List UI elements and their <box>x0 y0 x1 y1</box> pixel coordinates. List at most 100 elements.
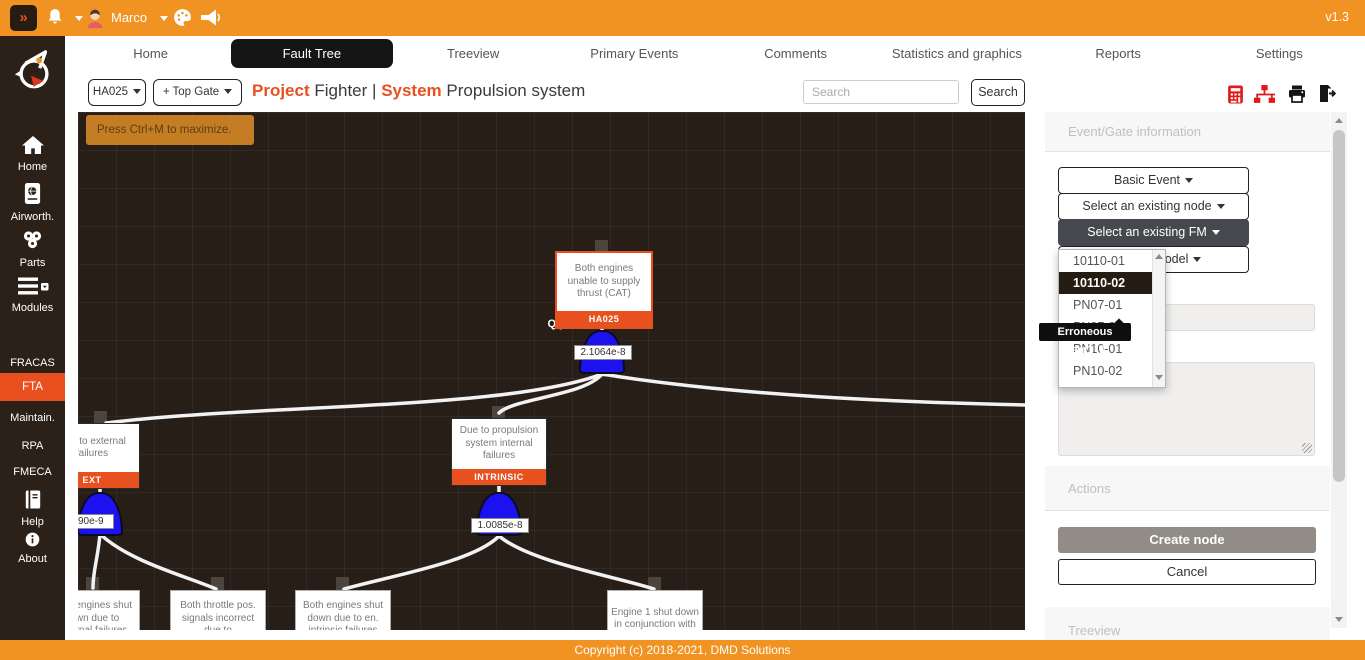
tab-treeview[interactable]: Treeview <box>393 39 554 68</box>
theme-palette-icon[interactable] <box>172 7 193 33</box>
user-avatar[interactable] <box>84 7 106 34</box>
sidebar-item-label: FTA <box>22 381 43 393</box>
search-input[interactable] <box>803 80 959 104</box>
tab-home[interactable]: Home <box>70 39 231 68</box>
cancel-button[interactable]: Cancel <box>1058 559 1316 585</box>
footer-copyright: Copyright (c) 2018-2021, DMD Solutions <box>0 640 1365 660</box>
user-name[interactable]: Marco <box>111 10 147 25</box>
sidebar-item-home[interactable]: Home <box>0 135 65 173</box>
sidebar-toggle-button[interactable]: » <box>10 5 37 31</box>
probability-value: 1.0085e-8 <box>471 518 529 533</box>
maximize-hint-tooltip: Press Ctrl+M to maximize. <box>86 115 254 145</box>
node-title: Engine 1 shut down in conjunction with <box>608 591 702 630</box>
tab-primary-events[interactable]: Primary Events <box>554 39 715 68</box>
bell-dropdown-caret[interactable] <box>75 16 83 21</box>
tree-node-ext[interactable]: Due to external failures EXT <box>78 423 140 489</box>
dropdown-label: Select an existing node <box>1082 199 1211 213</box>
sidebar-item-label: Home <box>0 161 65 173</box>
tree-node-leaf[interactable]: Both throttle pos. signals incorrect due… <box>170 590 266 630</box>
list-scrollbar[interactable] <box>1152 250 1165 387</box>
probability-value: 690e-9 <box>78 514 114 529</box>
node-title: Both engines unable to supply thrust (CA… <box>557 253 651 311</box>
event-type-dropdown[interactable]: Basic Event <box>1058 167 1249 194</box>
existing-node-dropdown[interactable]: Select an existing node <box>1058 193 1249 220</box>
app-version: v1.3 <box>1325 10 1349 24</box>
system-name: Propulsion system <box>446 81 585 100</box>
project-label: Project <box>252 81 310 100</box>
sidebar-item-help[interactable]: Help <box>0 489 65 528</box>
home-icon <box>21 146 45 158</box>
sidebar-item-label: Airworth. <box>0 211 65 223</box>
fm-option[interactable]: PN10-02 <box>1059 360 1154 382</box>
search-button[interactable]: Search <box>971 79 1025 106</box>
scroll-down-icon[interactable] <box>1155 375 1163 380</box>
scroll-down-icon[interactable] <box>1335 617 1343 622</box>
tree-select-dropdown[interactable]: HA025 <box>88 79 146 106</box>
sidebar-item-modules[interactable]: Modules <box>0 276 65 314</box>
node-title: Both throttle pos. signals incorrect due… <box>171 591 265 630</box>
chevron-down-icon <box>133 89 141 94</box>
app-logo-bird[interactable] <box>13 46 55 101</box>
sidebar-item-label: FRACAS <box>0 357 65 369</box>
tree-layout-icon[interactable] <box>1254 85 1275 109</box>
node-tag: HA025 <box>557 311 651 327</box>
fault-tree-canvas[interactable]: Press Ctrl+M to maximize. <box>78 112 1025 630</box>
sidebar-nav: Home Airworth. Parts Modules FRACAS FTA … <box>0 36 65 640</box>
user-dropdown-caret[interactable] <box>160 16 168 21</box>
tree-node-leaf[interactable]: Both engines shut down due to external f… <box>78 590 140 630</box>
chevron-down-icon <box>224 89 232 94</box>
sidebar-item-maintain[interactable]: Maintain. <box>0 409 65 424</box>
tab-reports[interactable]: Reports <box>1038 39 1199 68</box>
notifications-bell-icon[interactable] <box>46 7 64 32</box>
print-icon[interactable] <box>1288 85 1306 108</box>
textarea-resize-handle[interactable] <box>1302 443 1312 453</box>
tab-statistics-and-graphics[interactable]: Statistics and graphics <box>876 39 1037 68</box>
tree-node-leaf[interactable]: Both engines shut down due to en. intrin… <box>295 590 391 630</box>
sidebar-item-about[interactable]: About <box>0 532 65 565</box>
tree-node-leaf[interactable]: Engine 1 shut down in conjunction with <box>607 590 703 630</box>
node-tag: EXT <box>78 472 139 488</box>
sidebar-item-parts[interactable]: Parts <box>0 229 65 269</box>
fm-option-selected[interactable]: 10110-02 <box>1059 272 1154 294</box>
create-node-button[interactable]: Create node <box>1058 527 1316 553</box>
section-title: Event/Gate information <box>1045 112 1330 151</box>
fm-options-list: 10110-01 10110-02 PN07-01 PN07-02 PN10-0… <box>1058 249 1166 388</box>
scrollbar-thumb[interactable] <box>1333 130 1345 482</box>
calculate-icon[interactable] <box>1227 85 1244 109</box>
sidebar-item-rpa[interactable]: RPA <box>0 437 65 452</box>
tab-settings[interactable]: Settings <box>1199 39 1360 68</box>
erroneous-item-tooltip: Erroneous Item1_1 <box>1039 323 1131 341</box>
section-event-gate-information: Event/Gate information <box>1045 112 1330 152</box>
top-gate-dropdown[interactable]: + Top Gate <box>153 79 242 106</box>
fm-option[interactable]: PN07-01 <box>1059 294 1154 316</box>
sidebar-item-fmeca[interactable]: FMECA <box>0 463 65 478</box>
export-icon[interactable] <box>1317 84 1336 108</box>
sidebar-item-label: About <box>0 553 65 565</box>
scroll-up-icon[interactable] <box>1155 254 1163 259</box>
node-title: Due to propulsion system internal failur… <box>452 419 546 469</box>
modules-menu-icon <box>17 287 49 299</box>
project-name: Fighter <box>314 81 367 100</box>
existing-fm-dropdown[interactable]: Select an existing FM <box>1058 219 1249 246</box>
node-tag: INTRINSIC <box>452 469 546 485</box>
tree-node-intrinsic[interactable]: Due to propulsion system internal failur… <box>451 418 547 486</box>
tab-comments[interactable]: Comments <box>715 39 876 68</box>
panel-scrollbar[interactable] <box>1331 112 1347 628</box>
help-book-icon <box>24 501 42 513</box>
tab-fault-tree[interactable]: Fault Tree <box>231 39 392 68</box>
top-gate-label: + Top Gate <box>163 86 219 98</box>
sidebar-item-fracas[interactable]: FRACAS <box>0 354 65 369</box>
chevron-down-icon <box>1193 257 1201 262</box>
announcements-megaphone-icon[interactable] <box>200 8 222 32</box>
dropdown-label: Basic Event <box>1114 173 1180 187</box>
node-title: Both engines shut down due to en. intrin… <box>296 591 390 630</box>
fm-option[interactable]: 10110-01 <box>1059 250 1154 272</box>
chevron-down-icon <box>1212 230 1220 235</box>
section-actions: Actions <box>1045 466 1330 511</box>
parts-icon <box>20 242 45 254</box>
scroll-up-icon[interactable] <box>1335 118 1343 123</box>
sidebar-item-fta-active[interactable]: FTA <box>0 373 65 401</box>
sidebar-item-airworthiness[interactable]: Airworth. <box>0 182 65 223</box>
node-title: Due to external failures <box>78 424 139 472</box>
tree-node-top-event[interactable]: Both engines unable to supply thrust (CA… <box>555 251 653 329</box>
